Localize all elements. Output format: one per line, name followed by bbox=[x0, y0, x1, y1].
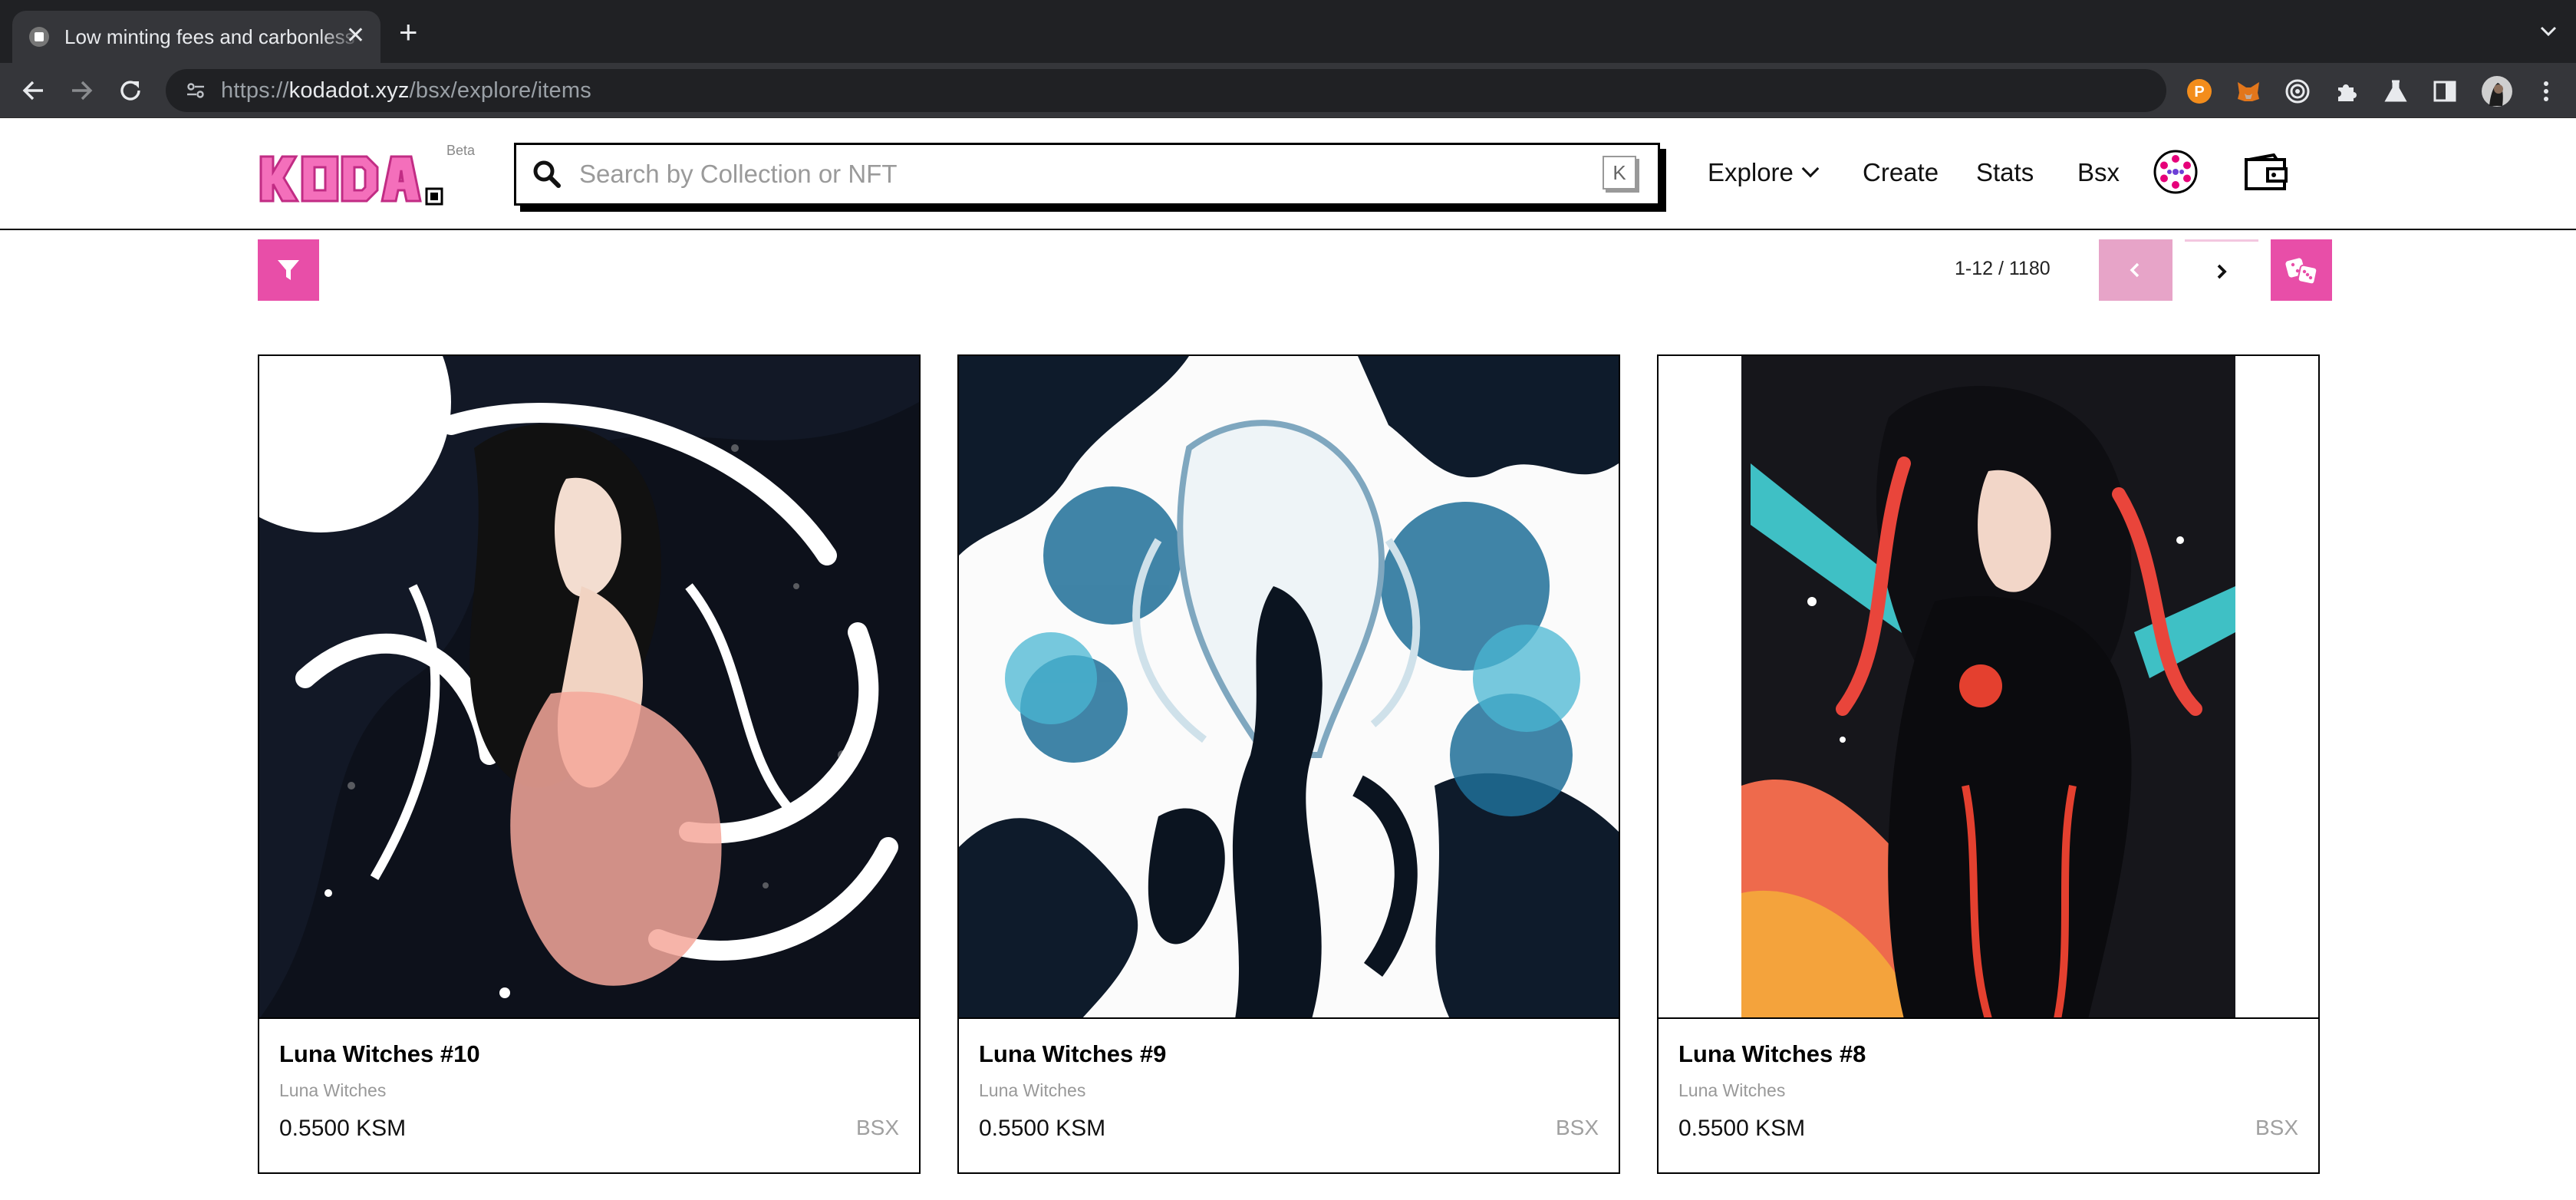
nft-collection[interactable]: Luna Witches bbox=[1678, 1080, 1785, 1101]
side-panel-icon[interactable] bbox=[2432, 78, 2458, 104]
talisman-extension-icon[interactable] bbox=[2284, 78, 2311, 104]
polkadot-chain-icon[interactable] bbox=[2153, 149, 2199, 195]
filter-icon bbox=[278, 260, 299, 280]
chevron-right-icon bbox=[2217, 264, 2227, 279]
site-favicon-icon bbox=[29, 27, 49, 47]
search-icon bbox=[533, 160, 561, 188]
reload-icon[interactable] bbox=[115, 75, 146, 106]
nft-chain: BSX bbox=[2255, 1116, 2298, 1139]
nft-collection[interactable]: Luna Witches bbox=[979, 1080, 1085, 1101]
nav-stats[interactable]: Stats bbox=[1976, 158, 2034, 187]
search-input[interactable] bbox=[579, 160, 1576, 189]
forward-arrow-icon[interactable] bbox=[66, 75, 97, 106]
next-page-button[interactable] bbox=[2185, 239, 2258, 301]
svg-text:P: P bbox=[2194, 84, 2204, 101]
browser-toolbar: https://kodadot.xyz/bsx/explore/items P bbox=[0, 63, 2576, 118]
site-settings-icon[interactable] bbox=[186, 82, 206, 99]
site-header: Beta K Explore Create Stats Bsx bbox=[0, 118, 2576, 230]
profile-avatar[interactable] bbox=[2481, 75, 2513, 107]
metamask-fox-icon[interactable] bbox=[2235, 78, 2261, 104]
nft-card[interactable]: Luna Witches #9 Luna Witches 0.5500 KSM … bbox=[957, 354, 1620, 1174]
browser-menu-icon[interactable] bbox=[2533, 78, 2559, 104]
pagination-range: 1-12 / 1180 bbox=[1955, 258, 2051, 279]
nft-price: 0.5500 KSM bbox=[979, 1116, 1106, 1141]
browser-tab[interactable]: Low minting fees and carbonless NFTs ✕ bbox=[12, 11, 380, 63]
new-tab-button[interactable]: + bbox=[399, 16, 418, 48]
nft-image[interactable] bbox=[1659, 356, 2318, 1019]
beta-label: Beta bbox=[446, 143, 476, 158]
nft-chain: BSX bbox=[1555, 1116, 1599, 1139]
nft-name[interactable]: Luna Witches #8 bbox=[1678, 1040, 1866, 1068]
koda-logo[interactable] bbox=[258, 150, 450, 207]
search-shortcut-key: K bbox=[1603, 156, 1636, 190]
address-bar[interactable]: https://kodadot.xyz/bsx/explore/items bbox=[166, 69, 2166, 112]
nft-image[interactable] bbox=[259, 356, 919, 1019]
nft-chain: BSX bbox=[855, 1116, 899, 1139]
nft-price: 0.5500 KSM bbox=[279, 1116, 407, 1141]
nft-card[interactable]: Luna Witches #10 Luna Witches 0.5500 KSM… bbox=[258, 354, 921, 1174]
chevron-down-icon bbox=[1801, 160, 1820, 178]
polkadot-extension-icon[interactable]: P bbox=[2186, 78, 2212, 104]
nft-name[interactable]: Luna Witches #9 bbox=[979, 1040, 1166, 1068]
chevron-left-icon bbox=[2130, 262, 2140, 278]
filter-button[interactable] bbox=[258, 239, 319, 301]
labs-flask-icon[interactable] bbox=[2383, 78, 2409, 104]
wallet-icon[interactable] bbox=[2243, 153, 2289, 193]
extensions-puzzle-icon[interactable] bbox=[2334, 78, 2360, 104]
back-arrow-icon[interactable] bbox=[18, 75, 49, 106]
browser-tabstrip: Low minting fees and carbonless NFTs ✕ + bbox=[0, 0, 2576, 63]
tab-title: Low minting fees and carbonless NFTs bbox=[64, 25, 364, 48]
nft-price: 0.5500 KSM bbox=[1678, 1116, 1806, 1141]
url-text: https://kodadot.xyz/bsx/explore/items bbox=[221, 77, 591, 103]
random-nft-button[interactable] bbox=[2271, 239, 2332, 301]
nft-collection[interactable]: Luna Witches bbox=[279, 1080, 386, 1101]
search-bar[interactable]: K bbox=[514, 143, 1660, 206]
nav-explore[interactable]: Explore bbox=[1708, 158, 1820, 187]
nft-card[interactable]: Luna Witches #8 Luna Witches 0.5500 KSM … bbox=[1657, 354, 2320, 1174]
close-tab-icon[interactable]: ✕ bbox=[346, 25, 365, 48]
nft-name[interactable]: Luna Witches #10 bbox=[279, 1040, 480, 1068]
dice-icon bbox=[2285, 258, 2318, 285]
previous-page-button[interactable] bbox=[2099, 239, 2172, 301]
nav-chain-bsx[interactable]: Bsx bbox=[2077, 158, 2120, 187]
nft-image[interactable] bbox=[959, 356, 1619, 1019]
tab-search-chevron-icon[interactable] bbox=[2538, 20, 2559, 41]
nav-create[interactable]: Create bbox=[1863, 158, 1939, 187]
